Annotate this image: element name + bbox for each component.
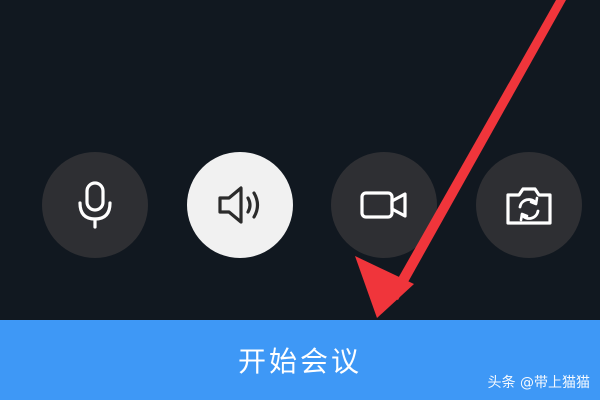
switch-camera-button[interactable] [476,152,582,258]
speaker-icon [214,183,266,227]
video-camera-icon [358,185,410,225]
meeting-preview-screen: 开始会议 头条 @带上猫猫 [0,0,600,400]
start-meeting-label: 开始会议 [237,345,362,378]
video-camera-button[interactable] [331,152,437,258]
speaker-button[interactable] [187,152,293,258]
microphone-button[interactable] [42,152,148,258]
switch-camera-icon [503,183,555,227]
watermark-text: 头条 @带上猫猫 [487,375,590,391]
microphone-icon [73,179,117,231]
